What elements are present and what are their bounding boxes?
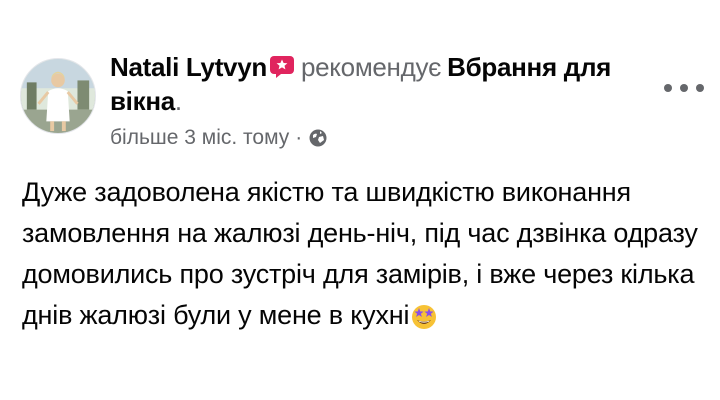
recommends-text: рекомендує — [300, 52, 442, 82]
post-header: Natali Lytvyn рекомендує Вбрання для вікна… — [110, 50, 670, 118]
more-options-button[interactable] — [664, 78, 704, 98]
globe-icon[interactable] — [308, 128, 328, 148]
header-period: . — [174, 86, 182, 116]
timestamp[interactable]: більше 3 міс. тому — [110, 126, 289, 150]
more-dot — [680, 84, 688, 92]
star-struck-emoji-icon — [412, 305, 437, 329]
post-text: Дуже задоволена якістю та швидкістю вико… — [22, 172, 702, 336]
avatar-photo — [21, 59, 95, 133]
author-name[interactable]: Natali Lytvyn — [110, 52, 267, 82]
meta-separator: · — [295, 126, 303, 149]
bottom-margin — [0, 372, 720, 400]
more-dot — [696, 84, 704, 92]
header-line: Natali Lytvyn рекомендує Вбрання для вікна… — [110, 50, 670, 118]
post-text-content: Дуже задоволена якістю та швидкістю вико… — [22, 177, 698, 330]
top-margin — [0, 0, 720, 20]
recommendation-badge-icon — [269, 56, 294, 78]
post-meta: більше 3 міс. тому · — [110, 126, 328, 150]
avatar[interactable] — [20, 58, 96, 134]
